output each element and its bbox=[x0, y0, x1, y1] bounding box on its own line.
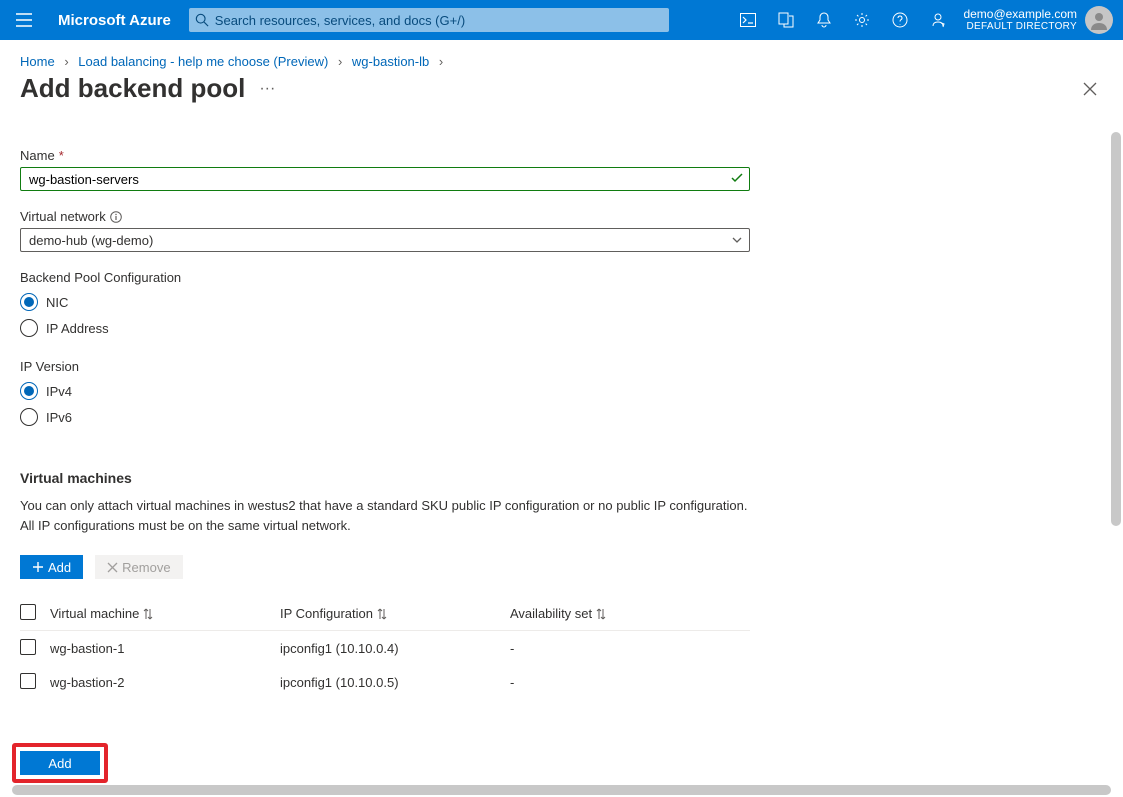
chevron-down-icon bbox=[731, 234, 743, 246]
close-button[interactable] bbox=[1077, 76, 1103, 102]
feedback-icon[interactable] bbox=[919, 0, 957, 40]
chevron-right-icon: › bbox=[64, 54, 68, 69]
breadcrumb-home[interactable]: Home bbox=[20, 54, 55, 69]
avatar-icon bbox=[1085, 6, 1113, 34]
highlight-box: Add bbox=[12, 743, 108, 783]
brand-label: Microsoft Azure bbox=[48, 12, 189, 29]
vm-remove-button: Remove bbox=[95, 555, 182, 579]
check-icon bbox=[730, 171, 744, 185]
radio-icon bbox=[20, 408, 38, 426]
vm-table: Virtual machine IP Configuration Availab… bbox=[20, 597, 750, 699]
table-row[interactable]: wg-bastion-2 ipconfig1 (10.10.0.5) - bbox=[20, 665, 750, 699]
page-title-row: Add backend pool ··· bbox=[0, 73, 1123, 110]
col-virtual-machine[interactable]: Virtual machine bbox=[50, 606, 280, 621]
ip-version-label: IP Version bbox=[20, 359, 750, 374]
info-icon[interactable] bbox=[110, 211, 122, 223]
table-row[interactable]: wg-bastion-1 ipconfig1 (10.10.0.4) - bbox=[20, 631, 750, 665]
sort-icon bbox=[596, 608, 606, 620]
vm-section-note: You can only attach virtual machines in … bbox=[20, 496, 750, 535]
account-directory: DEFAULT DIRECTORY bbox=[963, 21, 1077, 32]
radio-icon bbox=[20, 293, 38, 311]
radio-icon bbox=[20, 382, 38, 400]
more-actions-icon[interactable]: ··· bbox=[259, 80, 275, 98]
radio-ip-address[interactable]: IP Address bbox=[20, 315, 750, 341]
backend-config-radio-group: NIC IP Address bbox=[20, 289, 750, 341]
account-menu[interactable]: demo@example.com DEFAULT DIRECTORY bbox=[957, 0, 1123, 40]
settings-gear-icon[interactable] bbox=[843, 0, 881, 40]
x-icon bbox=[107, 562, 118, 573]
radio-nic[interactable]: NIC bbox=[20, 289, 750, 315]
horizontal-scrollbar[interactable] bbox=[12, 785, 1111, 795]
col-availability-set[interactable]: Availability set bbox=[510, 606, 750, 621]
azure-top-bar: Microsoft Azure demo@example.com DEFAULT… bbox=[0, 0, 1123, 40]
vm-section-heading: Virtual machines bbox=[20, 470, 750, 486]
vm-add-button[interactable]: Add bbox=[20, 555, 83, 579]
vnet-label: Virtual network bbox=[20, 209, 750, 224]
page-title: Add backend pool bbox=[20, 73, 245, 104]
account-email: demo@example.com bbox=[963, 8, 1077, 21]
row-checkbox[interactable] bbox=[20, 673, 36, 689]
backend-config-label: Backend Pool Configuration bbox=[20, 270, 750, 285]
footer-actions: Add bbox=[12, 743, 108, 783]
global-search[interactable] bbox=[189, 8, 669, 32]
topbar-actions bbox=[729, 0, 957, 40]
directory-filter-icon[interactable] bbox=[767, 0, 805, 40]
help-icon[interactable] bbox=[881, 0, 919, 40]
chevron-right-icon: › bbox=[338, 54, 342, 69]
search-icon bbox=[195, 13, 209, 27]
select-all-checkbox[interactable] bbox=[20, 604, 36, 620]
breadcrumb: Home › Load balancing - help me choose (… bbox=[0, 40, 1123, 73]
vertical-scrollbar[interactable] bbox=[1111, 132, 1121, 526]
radio-ipv6[interactable]: IPv6 bbox=[20, 404, 750, 430]
vnet-dropdown[interactable]: demo-hub (wg-demo) bbox=[20, 228, 750, 252]
ip-version-radio-group: IPv4 IPv6 bbox=[20, 378, 750, 430]
search-input[interactable] bbox=[209, 12, 663, 29]
add-button[interactable]: Add bbox=[20, 751, 100, 775]
cloud-shell-icon[interactable] bbox=[729, 0, 767, 40]
radio-icon bbox=[20, 319, 38, 337]
plus-icon bbox=[32, 561, 44, 573]
row-checkbox[interactable] bbox=[20, 639, 36, 655]
col-ip-configuration[interactable]: IP Configuration bbox=[280, 606, 510, 621]
chevron-right-icon: › bbox=[439, 54, 443, 69]
name-input[interactable] bbox=[20, 167, 750, 191]
breadcrumb-loadbalancing[interactable]: Load balancing - help me choose (Preview… bbox=[78, 54, 328, 69]
menu-hamburger-icon[interactable] bbox=[0, 0, 48, 40]
breadcrumb-wg-bastion-lb[interactable]: wg-bastion-lb bbox=[352, 54, 429, 69]
notifications-icon[interactable] bbox=[805, 0, 843, 40]
sort-icon bbox=[143, 608, 153, 620]
name-label: Name* bbox=[20, 148, 750, 163]
radio-ipv4[interactable]: IPv4 bbox=[20, 378, 750, 404]
sort-icon bbox=[377, 608, 387, 620]
